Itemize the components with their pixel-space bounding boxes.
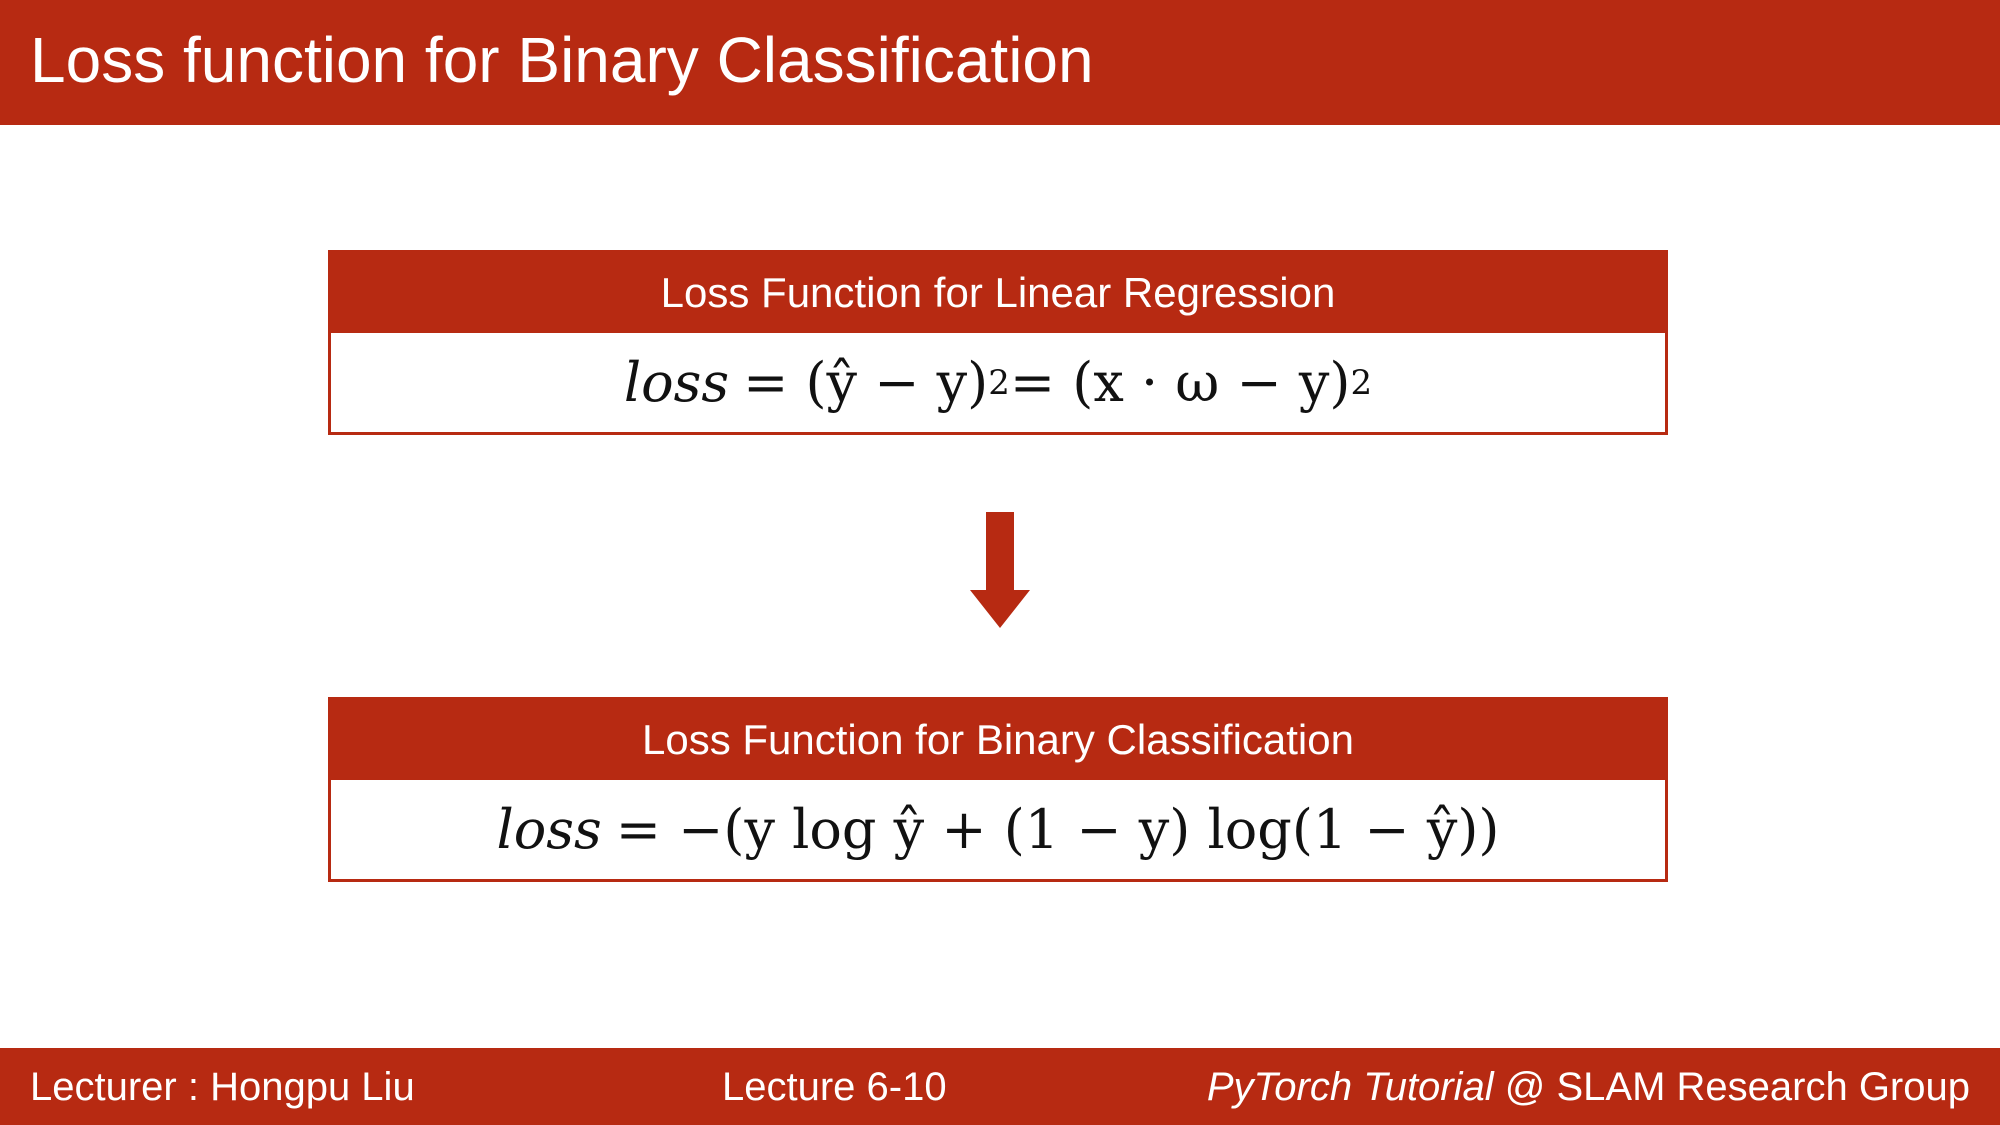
title-bar: Loss function for Binary Classification (0, 0, 2000, 125)
binary-classification-loss-formula: loss = −(y log ŷ + (1 − y) log(1 − ŷ)) (331, 780, 1665, 879)
slide-title: Loss function for Binary Classification (30, 24, 1094, 96)
footer-bar: Lecturer : Hongpu Liu Lecture 6-10 PyTor… (0, 1048, 2000, 1125)
footer-lecturer: Lecturer : Hongpu Liu (30, 1065, 415, 1109)
footer-course-group: @ SLAM Research Group (1493, 1065, 1970, 1109)
binary-classification-loss-title: Loss Function for Binary Classification (331, 700, 1665, 780)
footer-course: PyTorch Tutorial @ SLAM Research Group (1207, 1062, 1970, 1112)
formula-lhs: loss (623, 351, 730, 414)
linear-regression-loss-title: Loss Function for Linear Regression (331, 253, 1665, 333)
formula-lhs: loss (496, 798, 602, 861)
footer-course-name: PyTorch Tutorial (1206, 1065, 1494, 1109)
binary-classification-loss-box: Loss Function for Binary Classification … (328, 697, 1668, 882)
arrow-down-icon (970, 512, 1030, 628)
footer-lecture-number: Lecture 6-10 (722, 1065, 947, 1109)
formula-part: = (ŷ − y) (743, 351, 989, 414)
linear-regression-loss-formula: loss = (ŷ − y) 2 = (x · ω − y) 2 (623, 351, 1373, 414)
linear-regression-loss-box: Loss Function for Linear Regression loss… (328, 250, 1668, 435)
formula-part: = −(y log ŷ + (1 − y) log(1 − ŷ)) (615, 798, 1500, 861)
formula-part: = (x · ω − y) (1009, 351, 1351, 414)
